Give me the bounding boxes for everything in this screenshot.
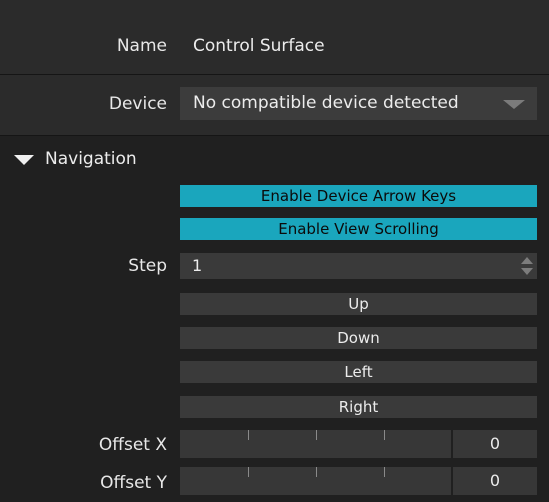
offset-y-track[interactable] — [180, 467, 451, 495]
name-value[interactable]: Control Surface — [193, 36, 325, 56]
offset-x-slider[interactable]: 0 — [180, 430, 537, 458]
name-row: Name Control Surface — [0, 0, 549, 74]
navigation-section-header[interactable]: Navigation — [0, 141, 549, 177]
enable-view-scrolling-button[interactable]: Enable View Scrolling — [180, 218, 537, 240]
step-label: Step — [128, 256, 167, 276]
spinner-arrows-icon[interactable] — [521, 257, 533, 275]
left-button[interactable]: Left — [180, 361, 537, 383]
device-label: Device — [108, 94, 167, 114]
offset-x-value[interactable]: 0 — [453, 430, 537, 458]
triangle-down-icon[interactable] — [14, 155, 34, 165]
control-surface-panel: Name Control Surface Device No compatibl… — [0, 0, 549, 502]
up-button[interactable]: Up — [180, 293, 537, 315]
device-dropdown-value: No compatible device detected — [193, 93, 459, 113]
navigation-section-title: Navigation — [45, 149, 137, 169]
offset-x-label: Offset X — [98, 435, 167, 455]
chevron-down-icon — [503, 100, 525, 109]
slider-tick — [248, 430, 249, 440]
down-button[interactable]: Down — [180, 327, 537, 349]
right-button[interactable]: Right — [180, 396, 537, 418]
name-label: Name — [116, 36, 167, 56]
step-value: 1 — [192, 256, 203, 275]
enable-device-arrow-keys-button[interactable]: Enable Device Arrow Keys — [180, 185, 537, 207]
offset-y-value[interactable]: 0 — [453, 467, 537, 495]
device-row: Device No compatible device detected — [0, 75, 549, 135]
slider-tick — [384, 430, 385, 440]
offset-x-track[interactable] — [180, 430, 451, 458]
offset-y-label: Offset Y — [100, 473, 167, 493]
slider-tick — [384, 467, 385, 477]
spin-up-icon[interactable] — [521, 257, 533, 264]
offset-y-slider[interactable]: 0 — [180, 467, 537, 495]
step-input[interactable]: 1 — [180, 253, 537, 279]
divider — [0, 135, 549, 136]
slider-tick — [248, 467, 249, 477]
spin-down-icon[interactable] — [521, 268, 533, 275]
slider-tick — [316, 467, 317, 477]
device-dropdown[interactable]: No compatible device detected — [180, 87, 537, 120]
slider-tick — [316, 430, 317, 440]
